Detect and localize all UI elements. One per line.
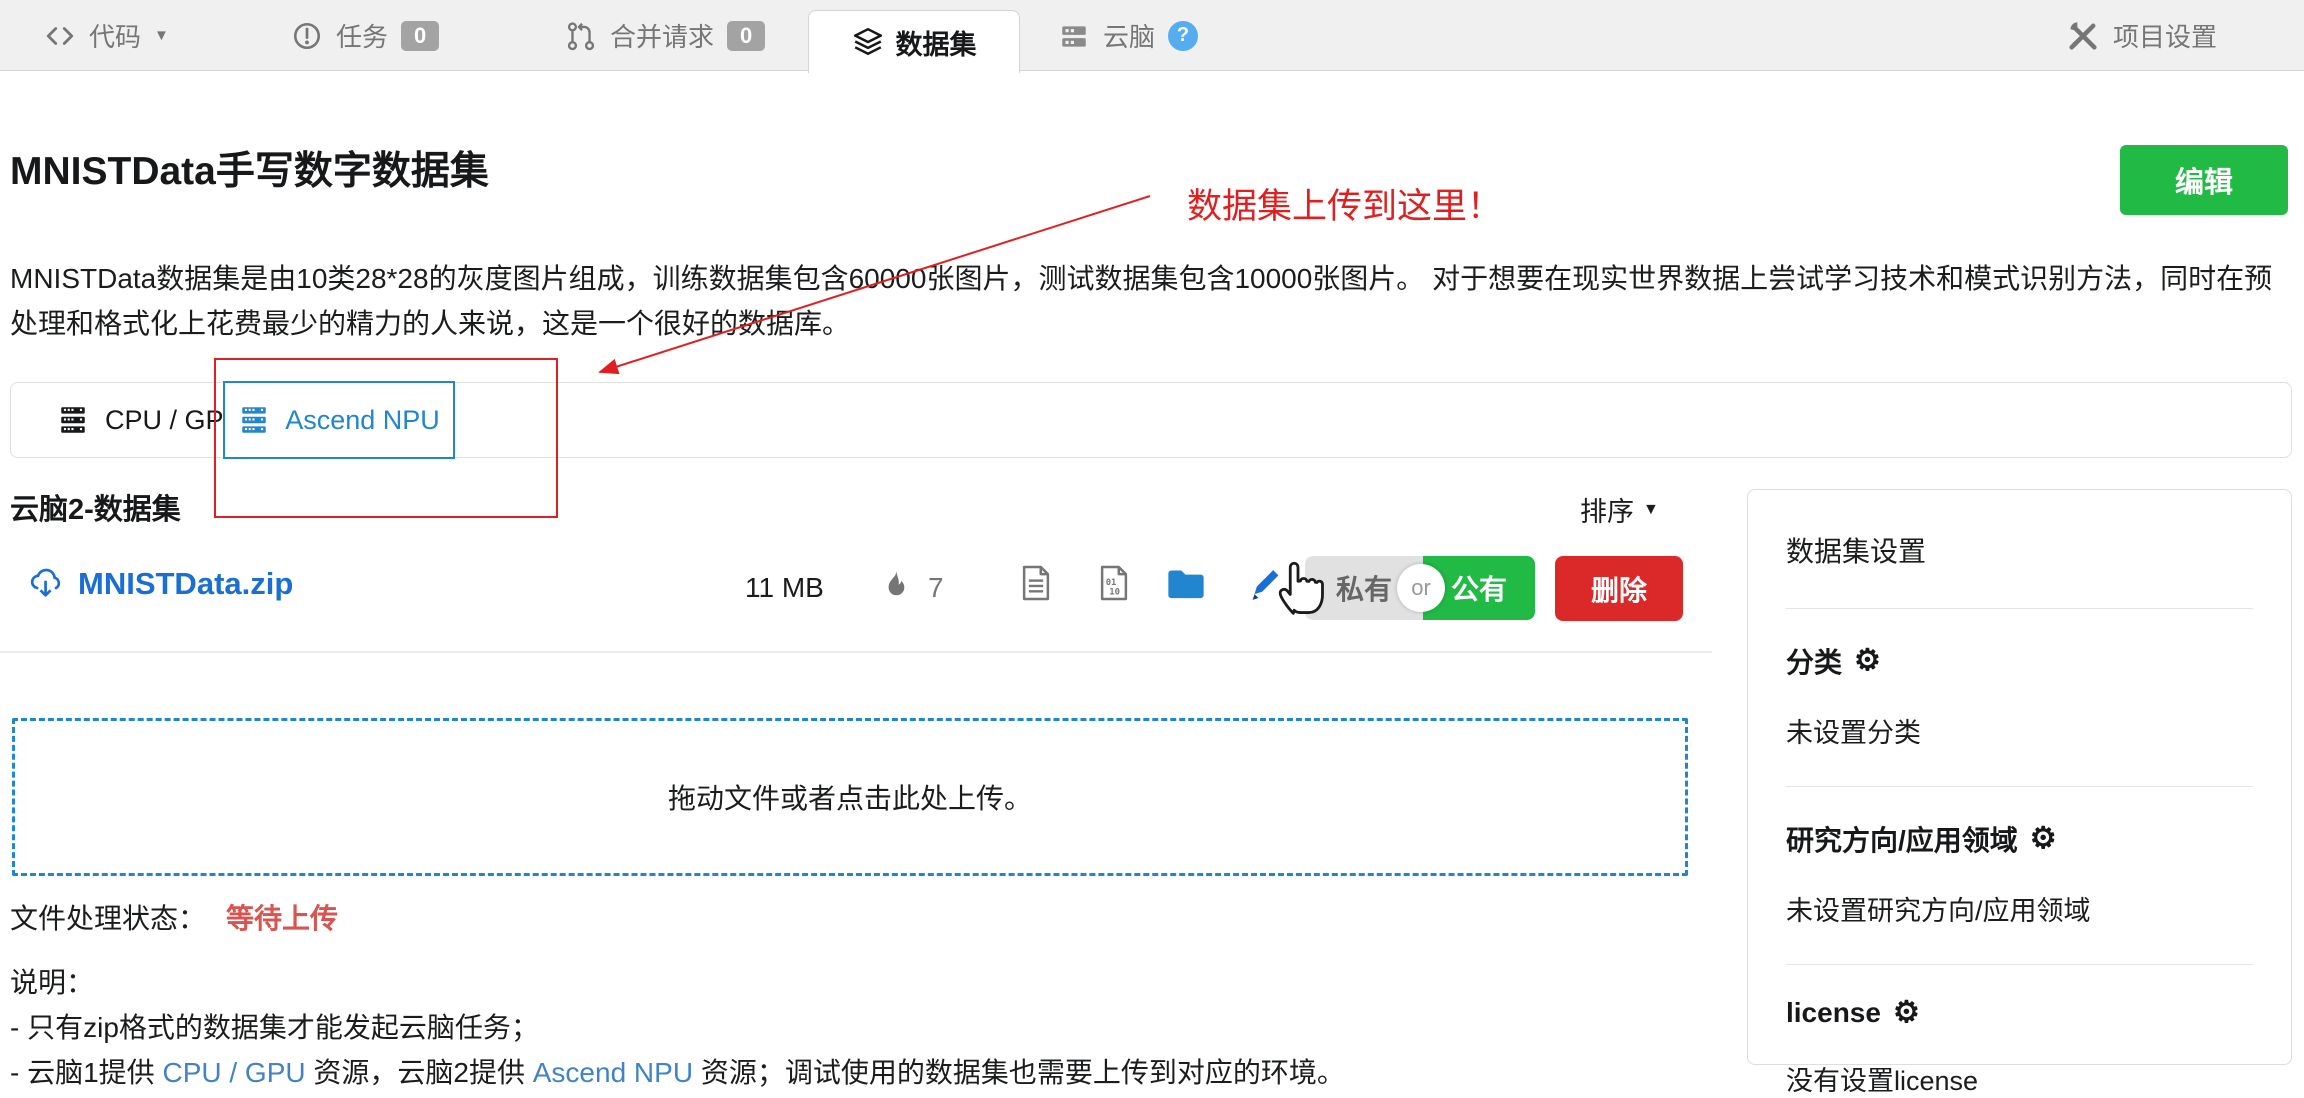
privacy-or-divider: or — [1397, 564, 1445, 612]
nav-settings-label: 项目设置 — [2113, 17, 2217, 54]
dataset-description: MNISTData数据集是由10类28*28的灰度图片组成，训练数据集包含600… — [10, 256, 2296, 346]
gear-icon[interactable]: ⚙ — [2030, 824, 2057, 854]
cloud-download-icon[interactable] — [26, 564, 64, 602]
file-size: 11 MB — [745, 572, 824, 604]
delete-button[interactable]: 删除 — [1555, 556, 1683, 621]
sort-label: 排序 — [1580, 490, 1634, 529]
hot-fire-icon — [878, 566, 914, 602]
license-value: 没有设置license — [1786, 1059, 2253, 1098]
gear-icon[interactable]: ⚙ — [1893, 998, 1920, 1028]
license-label-row: license ⚙ — [1786, 997, 2253, 1029]
top-nav: 代码 ▼ 任务 0 合并请求 0 云脑 — [0, 0, 2304, 71]
notes-heading: 说明： — [10, 960, 1345, 1005]
sort-dropdown[interactable]: 排序 ▼ — [1580, 490, 1659, 529]
research-field-value: 未设置研究方向/应用领域 — [1786, 889, 2253, 928]
research-field-label: 研究方向/应用领域 — [1786, 819, 2018, 859]
folder-icon[interactable] — [1166, 566, 1206, 602]
nav-item-cloudbrain[interactable]: 云脑 ? — [1058, 0, 1198, 71]
file-status-line: 文件处理状态： 等待上传 — [10, 897, 338, 937]
nav-pulls-label: 合并请求 — [610, 17, 714, 54]
issue-icon — [291, 20, 323, 52]
category-value: 未设置分类 — [1786, 711, 2253, 750]
dataset-settings-panel: 数据集设置 分类 ⚙ 未设置分类 研究方向/应用领域 ⚙ 未设置研究方向/应用领… — [1747, 489, 2292, 1065]
chevron-down-icon: ▼ — [154, 27, 169, 44]
edit-button[interactable]: 编辑 — [2120, 145, 2288, 215]
pull-request-icon — [565, 20, 597, 52]
binary-file-icon[interactable]: 01 10 — [1096, 564, 1132, 602]
sidebar-divider — [1786, 786, 2253, 787]
help-icon[interactable]: ? — [1168, 21, 1198, 51]
nav-code-label: 代码 — [89, 17, 141, 54]
cloudbrain2-dataset-heading: 云脑2-数据集 — [10, 486, 181, 528]
page-title: MNISTData手写数字数据集 — [10, 140, 489, 196]
npu-rack-icon — [238, 404, 270, 436]
file-status-value: 等待上传 — [226, 903, 338, 934]
nav-issues-label: 任务 — [336, 17, 388, 54]
upload-dropzone[interactable]: 拖动文件或者点击此处上传。 — [12, 718, 1688, 876]
license-label: license — [1786, 997, 1881, 1029]
server-icon — [1058, 20, 1090, 52]
notes-line2-suffix: 资源；调试使用的数据集也需要上传到对应的环境。 — [693, 1057, 1345, 1088]
tab-datasets-active[interactable]: 数据集 — [808, 10, 1020, 73]
notes-block: 说明： - 只有zip格式的数据集才能发起云脑任务； - 云脑1提供 CPU /… — [10, 960, 1345, 1095]
privacy-toggle[interactable]: 私有 公有 or — [1305, 556, 1535, 620]
nav-item-pull-requests[interactable]: 合并请求 0 — [565, 0, 765, 71]
chevron-down-icon: ▼ — [1643, 501, 1659, 519]
notes-line2-mid: 资源，云脑2提供 — [306, 1057, 533, 1088]
nav-item-code[interactable]: 代码 ▼ — [44, 0, 169, 71]
category-label-row: 分类 ⚙ — [1786, 641, 2253, 681]
text-file-icon[interactable] — [1018, 564, 1054, 602]
nav-item-project-settings[interactable]: 项目设置 — [2066, 0, 2217, 71]
ascend-npu-link[interactable]: Ascend NPU — [533, 1057, 693, 1088]
nav-cloudbrain-label: 云脑 — [1103, 17, 1155, 54]
notes-line-2: - 云脑1提供 CPU / GPU 资源，云脑2提供 Ascend NPU 资源… — [10, 1050, 1345, 1095]
category-label: 分类 — [1786, 641, 1842, 681]
dropzone-text: 拖动文件或者点击此处上传。 — [668, 777, 1032, 817]
sidebar-title: 数据集设置 — [1786, 530, 2253, 570]
notes-line2-prefix: - 云脑1提供 — [10, 1057, 162, 1088]
environment-tabs: CPU / GPU Ascend NPU — [10, 382, 2292, 458]
list-divider — [0, 651, 1712, 653]
tools-icon — [2066, 19, 2100, 53]
pulls-count-badge: 0 — [727, 21, 765, 51]
tab-datasets-label: 数据集 — [896, 23, 977, 62]
file-link-mnistdata-zip[interactable]: MNISTData.zip — [78, 566, 293, 602]
notes-line-1: - 只有zip格式的数据集才能发起云脑任务； — [10, 1005, 1345, 1050]
sidebar-divider — [1786, 964, 2253, 965]
sidebar-divider — [1786, 608, 2253, 609]
svg-text:10: 10 — [1109, 587, 1120, 597]
code-icon — [44, 20, 76, 52]
edit-pencil-icon[interactable] — [1244, 562, 1286, 604]
research-field-label-row: 研究方向/应用领域 ⚙ — [1786, 819, 2253, 859]
dataset-layers-icon — [852, 26, 884, 58]
gear-icon[interactable]: ⚙ — [1854, 646, 1881, 676]
npu-rack-icon — [57, 404, 89, 436]
tab-ascend-npu[interactable]: Ascend NPU — [223, 381, 455, 459]
annotation-note: 数据集上传到这里！ — [1187, 178, 1502, 229]
tab-ascend-npu-label: Ascend NPU — [285, 405, 440, 436]
hot-count: 7 — [928, 572, 944, 604]
issues-count-badge: 0 — [401, 21, 439, 51]
tab-cpu-gpu[interactable]: CPU / GPU — [57, 404, 243, 436]
nav-item-issues[interactable]: 任务 0 — [291, 0, 439, 71]
cpu-gpu-link[interactable]: CPU / GPU — [162, 1057, 305, 1088]
file-status-label: 文件处理状态： — [10, 903, 206, 934]
